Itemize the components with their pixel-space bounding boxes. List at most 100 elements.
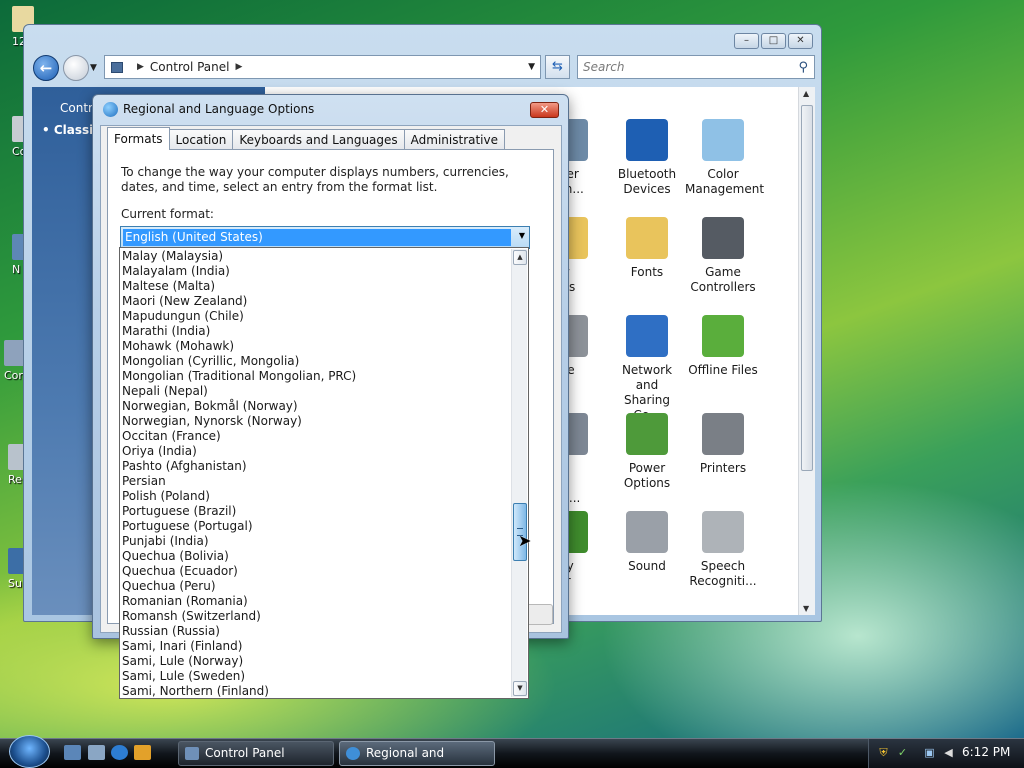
list-item[interactable]: Sami, Inari (Finland) xyxy=(122,639,512,654)
clock[interactable]: 6:12 PM xyxy=(962,745,1010,759)
list-item[interactable]: Romanian (Romania) xyxy=(122,594,512,609)
list-item[interactable]: Russian (Russia) xyxy=(122,624,512,639)
list-item[interactable]: Mapudungun (Chile) xyxy=(122,309,512,324)
recent-pages-dropdown[interactable]: ▼ xyxy=(90,63,97,73)
list-item[interactable]: Occitan (France) xyxy=(122,429,512,444)
list-item[interactable]: Polish (Poland) xyxy=(122,489,512,504)
current-format-value: English (United States) xyxy=(123,229,511,246)
show-desktop-icon[interactable] xyxy=(64,745,81,760)
taskbar-control-panel[interactable]: Control Panel xyxy=(178,741,334,766)
color-management-icon xyxy=(702,119,744,161)
chevron-down-icon[interactable]: ▼ xyxy=(519,231,525,240)
search-icon[interactable]: ⚲ xyxy=(798,60,808,75)
tab-keyboards-and-languages[interactable]: Keyboards and Languages xyxy=(232,129,405,150)
address-bar[interactable]: ▶ Control Panel ▶ ▼ xyxy=(104,55,541,79)
list-item[interactable]: Persian xyxy=(122,474,512,489)
tab-formats[interactable]: Formats xyxy=(107,127,170,150)
scroll-up-icon[interactable]: ▲ xyxy=(513,250,527,265)
desktop-icon-label: Su xyxy=(8,577,22,590)
cp-item[interactable]: Sound xyxy=(609,511,685,574)
cp-item[interactable]: Color Management xyxy=(685,119,764,197)
cp-item[interactable]: Offline Files xyxy=(685,315,761,378)
volume-muted-icon[interactable]: ◀ xyxy=(942,746,955,759)
breadcrumb-arrow-icon[interactable]: ▶ xyxy=(137,62,144,72)
scroll-down-icon[interactable]: ▼ xyxy=(513,681,527,696)
maximize-button[interactable]: □ xyxy=(761,33,786,49)
taskbar-button-label: Control Panel xyxy=(205,746,285,760)
list-item[interactable]: Portuguese (Brazil) xyxy=(122,504,512,519)
cp-item[interactable]: Game Controllers xyxy=(685,217,761,295)
tab-administrative[interactable]: Administrative xyxy=(403,129,506,150)
network-status-icon[interactable]: ▣ xyxy=(923,746,936,759)
cp-item[interactable]: Power Options xyxy=(609,413,685,491)
fonts-icon xyxy=(626,217,668,259)
dialog-close-button[interactable]: ✕ xyxy=(530,102,559,118)
globe-icon xyxy=(103,102,118,117)
list-item[interactable]: Marathi (India) xyxy=(122,324,512,339)
security-shield-icon[interactable]: ⛨ xyxy=(877,746,890,759)
list-item[interactable]: Punjabi (India) xyxy=(122,534,512,549)
sound-icon xyxy=(626,511,668,553)
search-placeholder: Search xyxy=(583,60,625,74)
list-item[interactable]: Sami, Lule (Sweden) xyxy=(122,669,512,684)
list-item[interactable]: Maori (New Zealand) xyxy=(122,294,512,309)
list-item[interactable]: Mongolian (Cyrillic, Mongolia) xyxy=(122,354,512,369)
dropdown-scrollbar[interactable]: ▲ ▼ xyxy=(511,249,527,697)
list-item[interactable]: Quechua (Bolivia) xyxy=(122,549,512,564)
cp-item[interactable]: Printers xyxy=(685,413,761,476)
taskbar-regional-language[interactable]: Regional and Langu... xyxy=(339,741,495,766)
list-item[interactable]: Sami, Lule (Norway) xyxy=(122,654,512,669)
media-player-icon[interactable] xyxy=(134,745,151,760)
breadcrumb-control-panel[interactable]: Control Panel xyxy=(150,60,230,74)
control-panel-scrollbar[interactable]: ▲ ▼ xyxy=(798,87,815,615)
cp-item[interactable]: Fonts xyxy=(609,217,685,280)
power-options-icon xyxy=(626,413,668,455)
cp-item[interactable]: Speech Recogniti... xyxy=(685,511,761,589)
list-item[interactable]: Maltese (Malta) xyxy=(122,279,512,294)
switch-windows-icon[interactable] xyxy=(88,745,105,760)
cp-item-label: Power Options xyxy=(623,461,671,490)
address-dropdown-icon[interactable]: ▼ xyxy=(528,62,535,72)
list-item[interactable]: Pashto (Afghanistan) xyxy=(122,459,512,474)
cp-item-label: Sound xyxy=(628,559,666,573)
desktop-icon-label: Re xyxy=(8,473,22,486)
updates-icon[interactable]: ✓ xyxy=(896,746,909,759)
refresh-button[interactable]: ⇆ xyxy=(545,55,570,79)
cp-item-label: Offline Files xyxy=(688,363,758,377)
list-item[interactable]: Norwegian, Bokmål (Norway) xyxy=(122,399,512,414)
format-dropdown-list[interactable]: Malay (Malaysia) Malayalam (India) Maltese… xyxy=(119,247,529,699)
formats-description: To change the way your computer displays… xyxy=(121,165,509,194)
start-button[interactable] xyxy=(9,735,50,768)
list-item[interactable]: Malayalam (India) xyxy=(122,264,512,279)
list-item[interactable]: Norwegian, Nynorsk (Norway) xyxy=(122,414,512,429)
minimize-button[interactable]: – xyxy=(734,33,759,49)
list-item[interactable]: Oriya (India) xyxy=(122,444,512,459)
current-format-select[interactable]: English (United States) ▼ xyxy=(120,226,530,249)
list-item[interactable]: Nepali (Nepal) xyxy=(122,384,512,399)
list-item[interactable]: Quechua (Ecuador) xyxy=(122,564,512,579)
tab-strip: Formats Location Keyboards and Languages… xyxy=(107,127,506,150)
list-item[interactable]: Malay (Malaysia) xyxy=(122,249,512,264)
list-item[interactable]: Sami, Northern (Finland) xyxy=(122,684,512,699)
close-button[interactable]: ✕ xyxy=(788,33,813,49)
mouse-pointer-icon: ➤ xyxy=(518,531,532,550)
cp-item[interactable]: Network and Sharing Ce... xyxy=(609,315,685,423)
scroll-up-icon[interactable]: ▲ xyxy=(803,89,809,98)
breadcrumb-arrow-icon[interactable]: ▶ xyxy=(236,62,243,72)
search-input[interactable]: Search ⚲ xyxy=(577,55,815,79)
forward-button[interactable] xyxy=(63,55,89,81)
list-item[interactable]: Mongolian (Traditional Mongolian, PRC) xyxy=(122,369,512,384)
list-item[interactable]: Romansh (Switzerland) xyxy=(122,609,512,624)
list-item[interactable]: Portuguese (Portugal) xyxy=(122,519,512,534)
control-panel-icon xyxy=(111,61,123,73)
internet-explorer-icon[interactable] xyxy=(111,745,128,760)
control-panel-icon xyxy=(185,747,199,760)
scrollbar-thumb[interactable] xyxy=(801,105,813,471)
back-arrow-icon: ← xyxy=(39,59,53,77)
list-item[interactable]: Mohawk (Mohawk) xyxy=(122,339,512,354)
cp-item[interactable]: Bluetooth Devices xyxy=(609,119,685,197)
list-item[interactable]: Quechua (Peru) xyxy=(122,579,512,594)
back-button[interactable]: ← xyxy=(33,55,59,81)
scroll-down-icon[interactable]: ▼ xyxy=(803,604,809,613)
tab-location[interactable]: Location xyxy=(168,129,234,150)
